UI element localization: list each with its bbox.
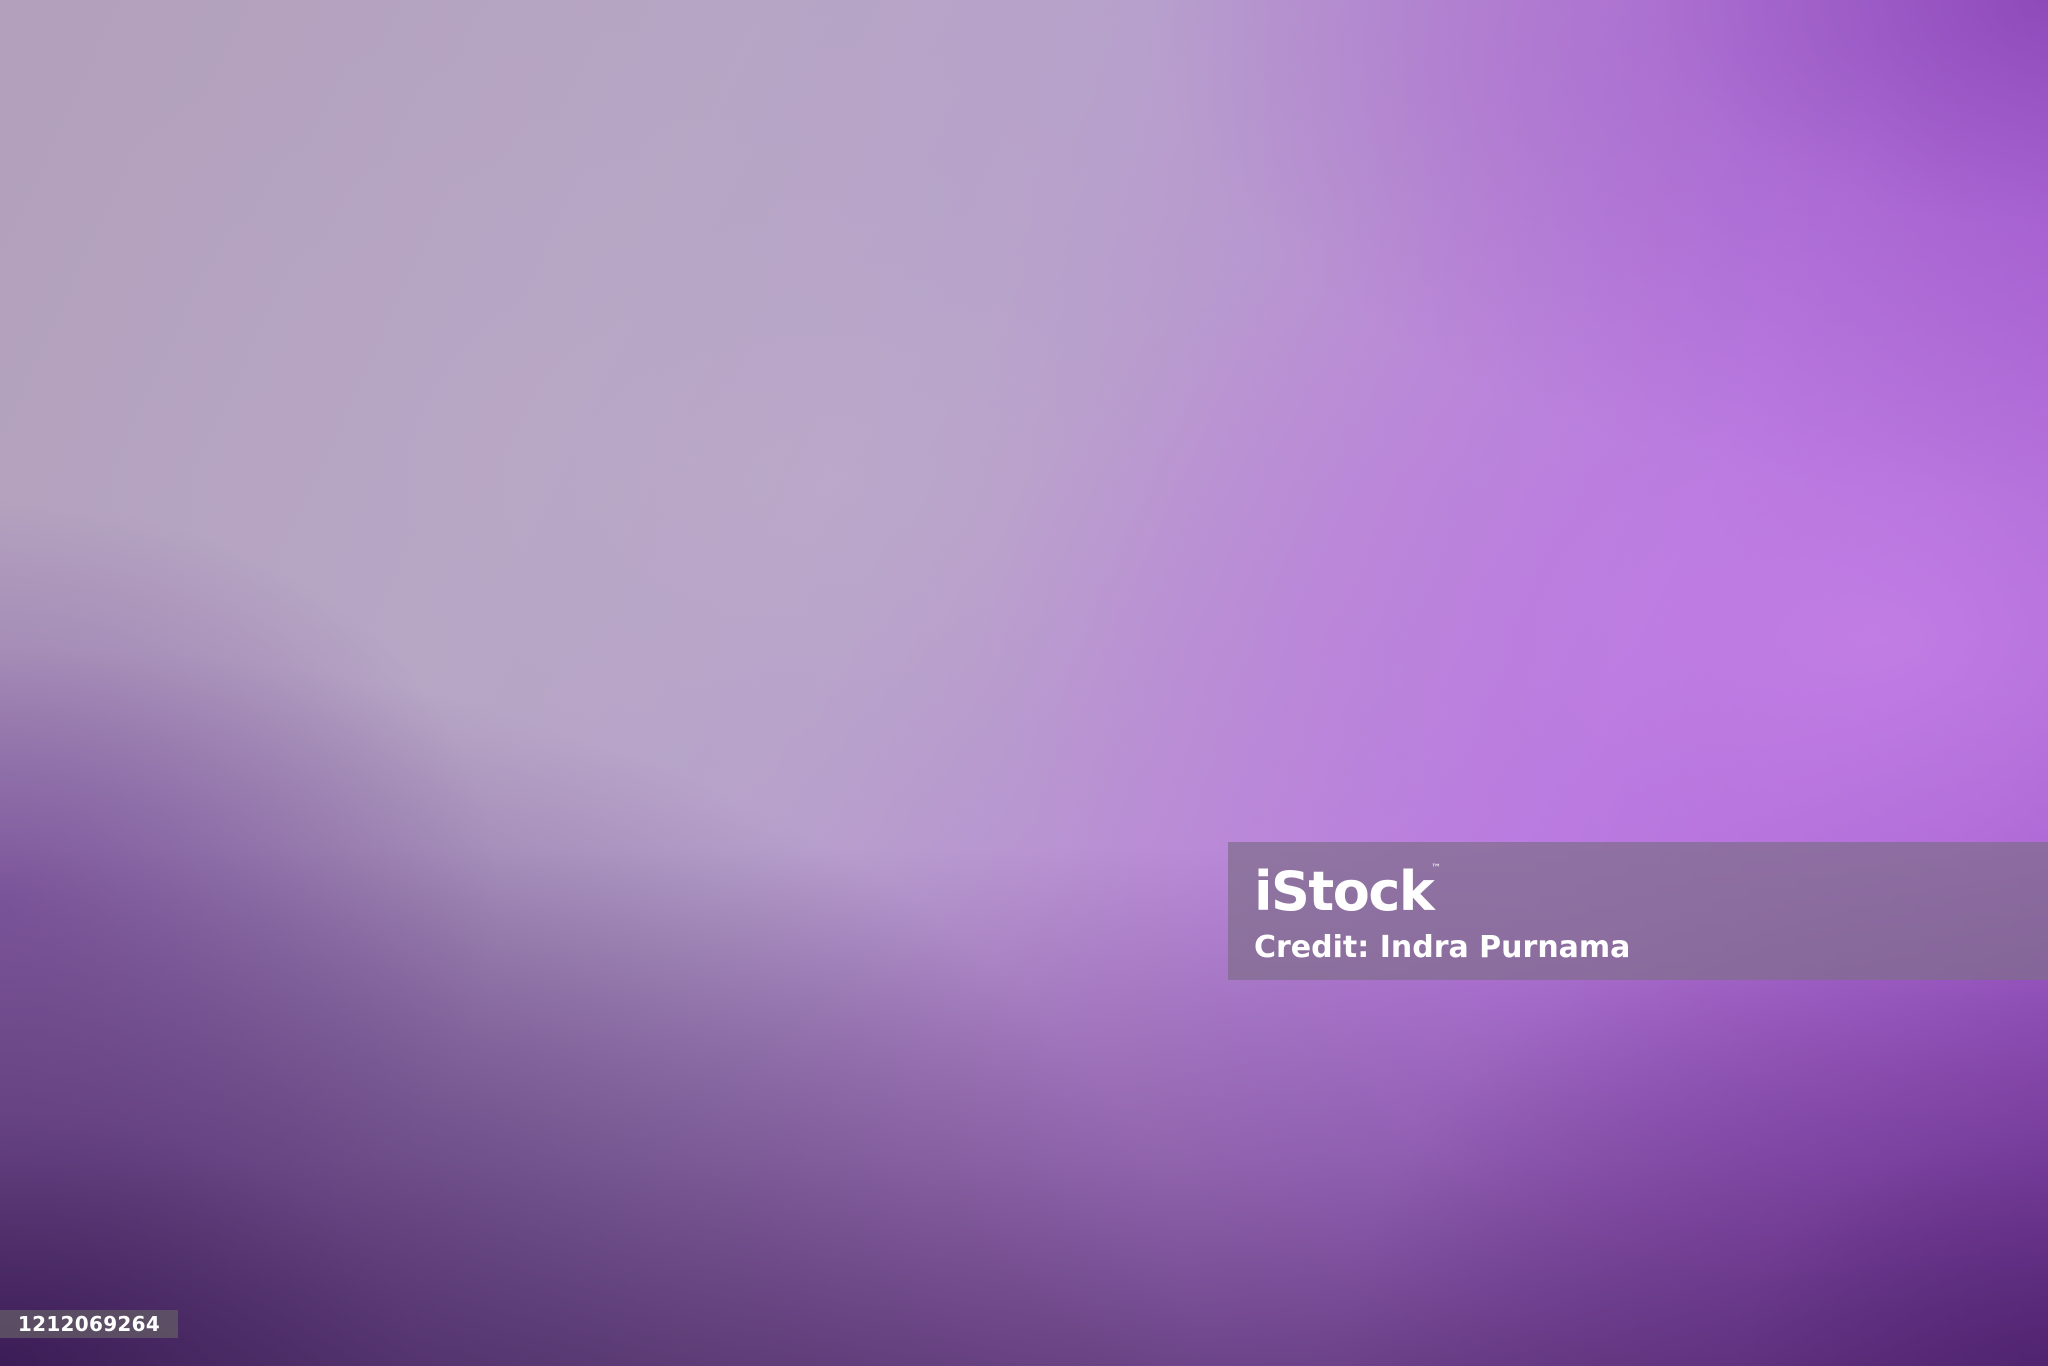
watermark-banner: iStock ™ Credit: Indra Purnama	[1228, 842, 2048, 980]
photo-credit: Credit: Indra Purnama	[1254, 930, 1631, 965]
trademark-symbol: ™	[1431, 863, 1441, 874]
bottom-shade-layer	[0, 0, 2048, 1366]
gradient-photo: iStock ™ Credit: Indra Purnama 121206926…	[0, 0, 2048, 1366]
brand-logo: iStock	[1254, 860, 1435, 923]
image-id-label: 1212069264	[0, 1310, 178, 1338]
